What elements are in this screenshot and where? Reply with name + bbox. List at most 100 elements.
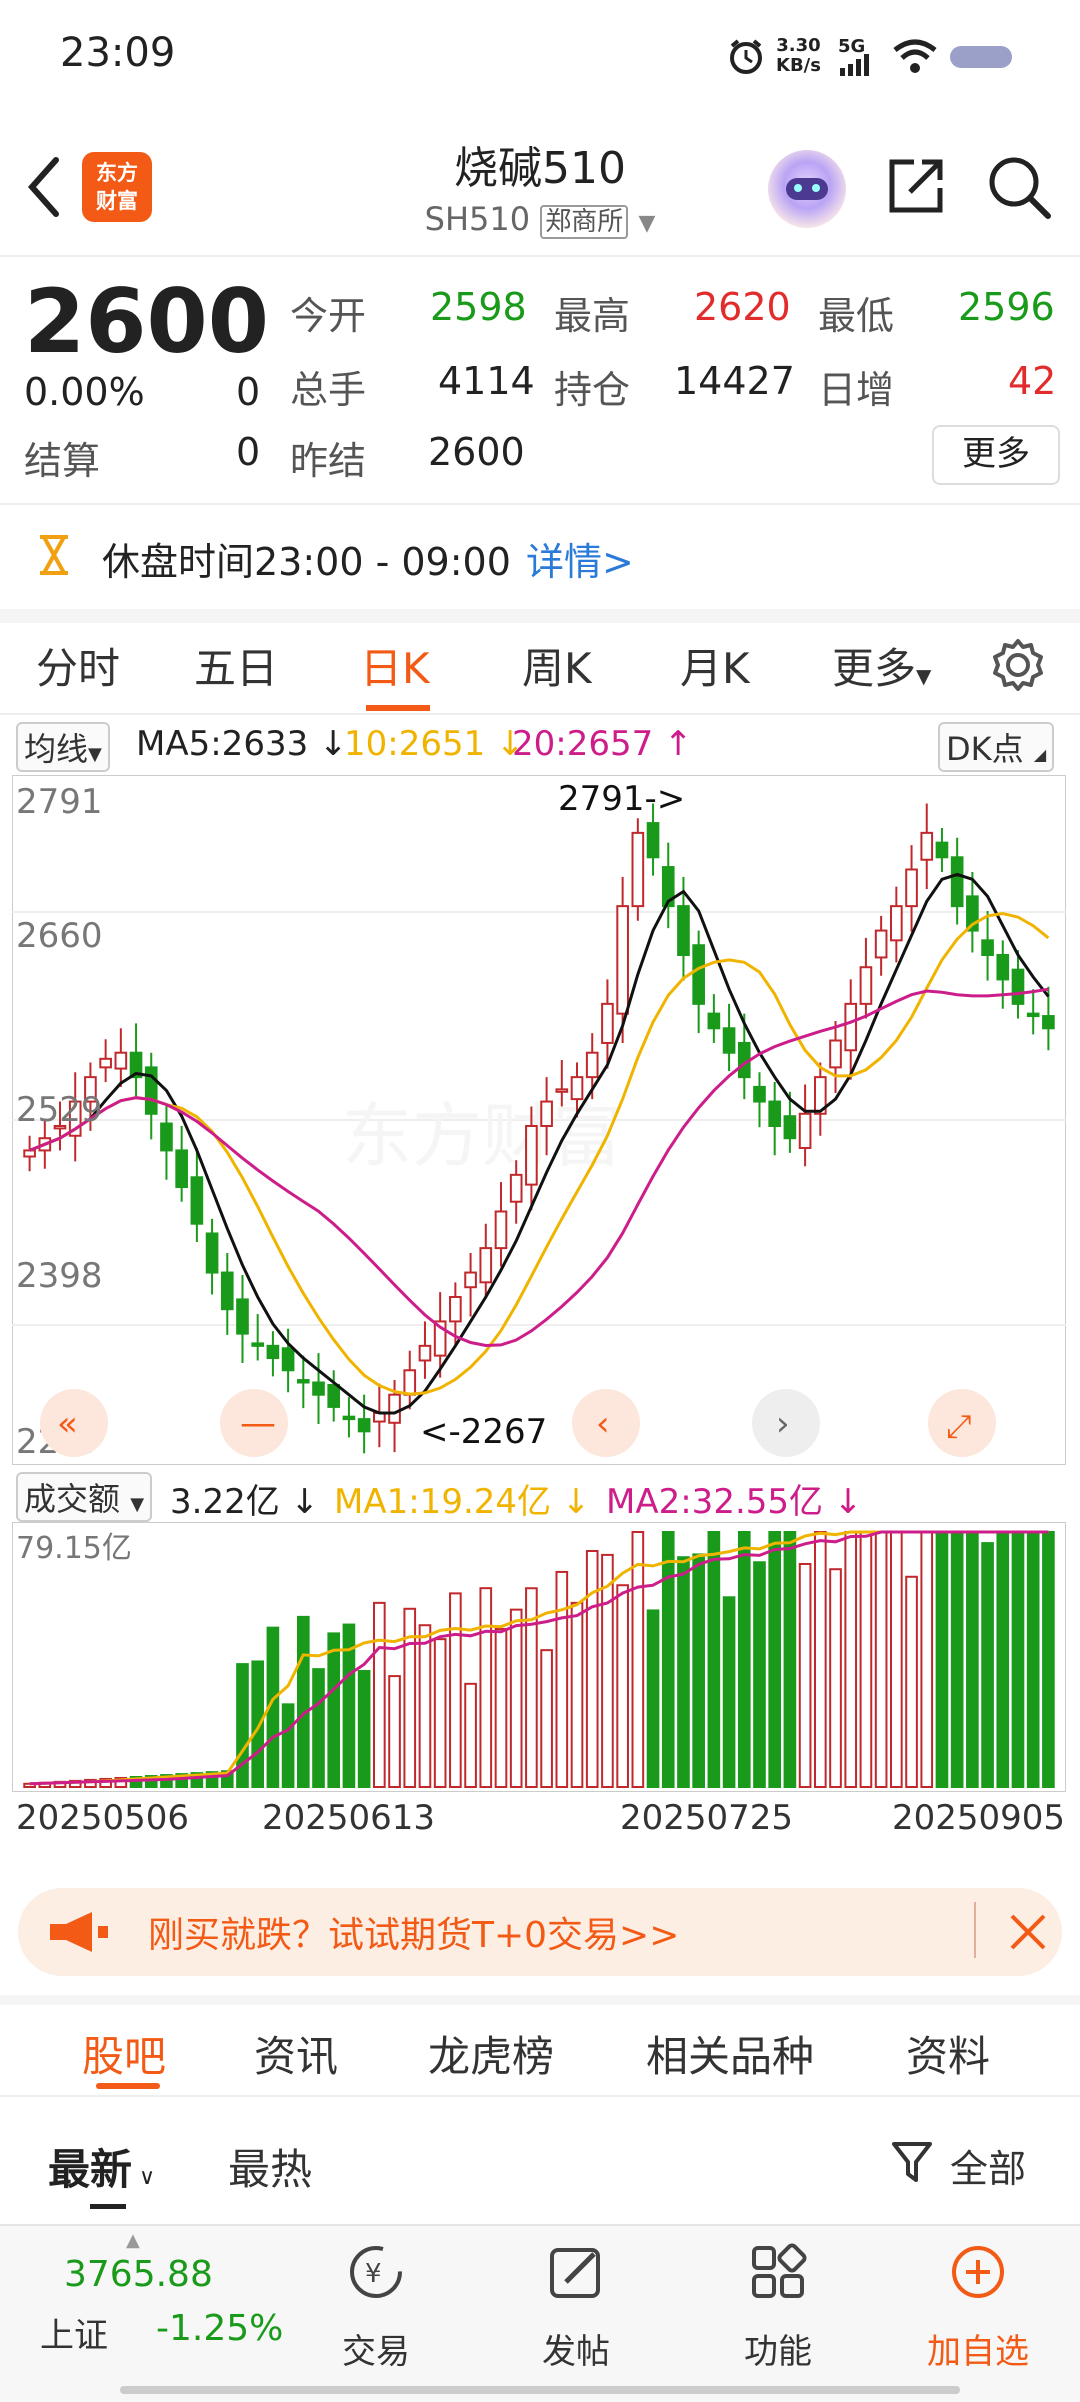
volume-bar bbox=[509, 1608, 523, 1788]
tab-dragon-tiger[interactable]: 龙虎榜 bbox=[428, 2023, 554, 2084]
nav-add-watchlist[interactable]: 加自选 bbox=[898, 2236, 1058, 2396]
volume-value: 4114 bbox=[438, 359, 535, 403]
volume-bar bbox=[783, 1531, 797, 1788]
settle-value: 0 bbox=[236, 430, 261, 474]
assistant-avatar[interactable] bbox=[768, 150, 846, 228]
candle-body bbox=[996, 954, 1010, 981]
candle-body bbox=[114, 1051, 128, 1070]
share-icon[interactable] bbox=[884, 154, 948, 218]
status-time: 23:09 bbox=[60, 30, 176, 76]
candle-body bbox=[570, 1076, 584, 1101]
candle-body bbox=[236, 1298, 249, 1335]
nav-post[interactable]: 发帖 bbox=[496, 2236, 656, 2396]
oi-label: 持仓 bbox=[554, 368, 631, 412]
grid-icon bbox=[752, 2243, 807, 2298]
volume-selector[interactable]: 成交额 ▼ bbox=[16, 1472, 153, 1522]
more-button[interactable]: 更多 bbox=[932, 425, 1060, 485]
svg-text:¥: ¥ bbox=[365, 2259, 382, 2289]
index-name: 上证 bbox=[40, 2316, 108, 2356]
caret-up-icon: ▲ bbox=[126, 2230, 140, 2251]
tab-forum[interactable]: 股吧 bbox=[82, 2023, 166, 2084]
plus-circle-icon bbox=[952, 2246, 1004, 2298]
candle-body bbox=[935, 841, 949, 859]
candle-body bbox=[479, 1247, 493, 1284]
minus-icon: — bbox=[240, 1403, 276, 1444]
index-value[interactable]: 3765.88 bbox=[64, 2254, 213, 2295]
tab-five-day[interactable]: 五日 bbox=[194, 635, 278, 696]
candle-body bbox=[631, 831, 645, 908]
ma-legend: 均线▼ MA5:2633 ↓ 10:2651 ↓ 20:2657 ↑ DK点 ◢ bbox=[0, 718, 1080, 772]
volume-bar bbox=[966, 1531, 979, 1788]
battery-icon bbox=[950, 46, 1012, 68]
active-tab-indicator bbox=[366, 705, 430, 711]
settle-label: 结算 bbox=[24, 439, 101, 483]
tab-timeshare[interactable]: 分时 bbox=[36, 635, 120, 696]
tab-profile[interactable]: 资料 bbox=[906, 2023, 990, 2084]
ma-selector[interactable]: 均线▼ bbox=[16, 722, 110, 772]
volume-chart[interactable]: 79.15亿 bbox=[12, 1522, 1066, 1792]
candle-body bbox=[692, 944, 705, 1005]
session-banner: 休盘时间23:00 - 09:00 详情> bbox=[0, 503, 1080, 623]
volume-bar bbox=[935, 1531, 949, 1788]
volume-bar bbox=[677, 1556, 690, 1789]
wifi-icon bbox=[893, 39, 937, 73]
tab-news[interactable]: 资讯 bbox=[254, 2023, 338, 2084]
candlestick-chart[interactable]: 东方财富 2791 2660 2529 2398 2267 2791-> <-2… bbox=[12, 775, 1066, 1465]
gear-icon[interactable] bbox=[990, 637, 1046, 693]
filter-icon[interactable] bbox=[890, 2140, 934, 2186]
volume-bar bbox=[981, 1542, 994, 1788]
candle-body bbox=[950, 856, 964, 908]
tab-more[interactable]: 更多▼ bbox=[832, 635, 931, 696]
filter-all[interactable]: 全部 bbox=[950, 2138, 1026, 2193]
volume-bar bbox=[844, 1531, 858, 1788]
tab-weekly-k[interactable]: 周K bbox=[522, 635, 592, 696]
volume-bar bbox=[646, 1609, 660, 1789]
tab-daily-k[interactable]: 日K bbox=[360, 635, 430, 696]
hourglass-icon bbox=[40, 535, 68, 575]
volume-bar bbox=[464, 1682, 477, 1788]
back-arrow-icon[interactable] bbox=[24, 154, 64, 220]
details-link[interactable]: 详情> bbox=[526, 531, 634, 586]
promo-banner[interactable]: 刚买就跌？试试期货T+0交易>> bbox=[18, 1888, 1062, 1976]
search-icon[interactable] bbox=[986, 154, 1052, 220]
quote-panel: 2600 0.00% 0 结算 0 今开 2598 最高 2620 最低 259… bbox=[0, 255, 1080, 505]
volume-bar bbox=[631, 1531, 645, 1788]
contract-subtitle[interactable]: SH510 郑商所 ▼ bbox=[300, 200, 780, 239]
volume-bar bbox=[859, 1531, 873, 1788]
close-icon[interactable] bbox=[1008, 1912, 1048, 1952]
last-price: 2600 bbox=[24, 270, 269, 373]
sort-indicator bbox=[90, 2204, 126, 2209]
signal-icon bbox=[840, 54, 869, 76]
volume-bar bbox=[753, 1561, 766, 1789]
candle-body bbox=[464, 1271, 477, 1289]
open-value: 2598 bbox=[430, 285, 527, 329]
volume-bar bbox=[661, 1531, 675, 1788]
volume-bar bbox=[570, 1601, 584, 1789]
candle-body bbox=[525, 1124, 538, 1186]
volume-bar bbox=[449, 1592, 462, 1788]
candle-body bbox=[251, 1342, 265, 1347]
nav-function[interactable]: 功能 bbox=[698, 2236, 858, 2396]
dk-point-button[interactable]: DK点 ◢ bbox=[938, 722, 1055, 772]
nav-trade[interactable]: ¥ 交易 bbox=[296, 2236, 456, 2396]
candle-body bbox=[844, 1002, 858, 1052]
candle-body bbox=[449, 1295, 462, 1323]
candle-body bbox=[829, 1039, 842, 1069]
sort-latest[interactable]: 最新 ∨ bbox=[48, 2136, 155, 2197]
sort-hot[interactable]: 最热 bbox=[228, 2136, 312, 2197]
volume-bar bbox=[813, 1531, 827, 1788]
y-tick-label: 2398 bbox=[16, 1256, 103, 1296]
chevron-right-icon: › bbox=[776, 1404, 790, 1444]
candle-body bbox=[677, 905, 690, 956]
trade-icon: ¥ bbox=[350, 2246, 402, 2298]
candle-body bbox=[418, 1344, 432, 1362]
x-tick-label: 20250725 bbox=[620, 1798, 794, 1838]
home-indicator bbox=[120, 2386, 960, 2394]
tab-related[interactable]: 相关品种 bbox=[646, 2023, 814, 2084]
tab-monthly-k[interactable]: 月K bbox=[680, 635, 750, 696]
candle-body bbox=[327, 1383, 341, 1408]
candle-body bbox=[312, 1381, 325, 1396]
volume-bar bbox=[540, 1649, 553, 1788]
app-logo: 东方 财富 bbox=[82, 152, 152, 222]
prev-settle-value: 2600 bbox=[428, 430, 525, 474]
